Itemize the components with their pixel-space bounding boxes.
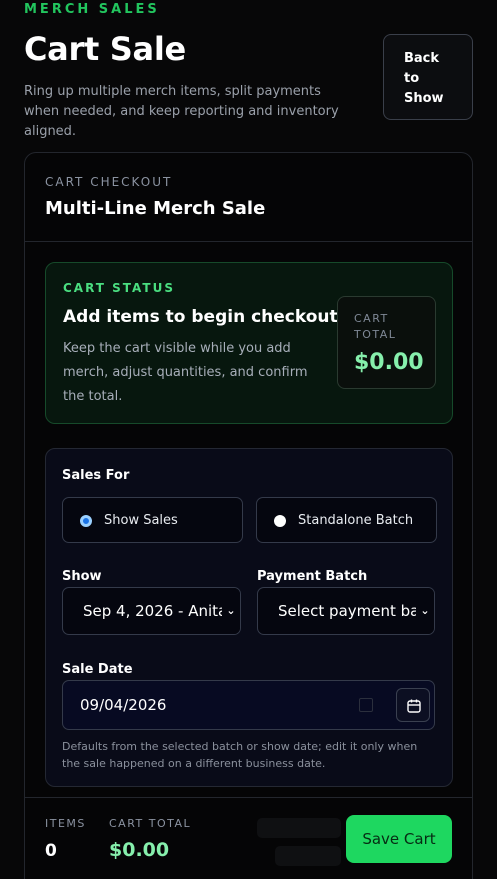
sale-date-value: 09/04/2026 <box>80 696 167 714</box>
sale-date-help: Defaults from the selected batch or show… <box>62 740 418 770</box>
faded-placeholder <box>275 846 341 866</box>
sale-details-form: Sales For Show Sales Standalone Batch Sh… <box>45 448 453 787</box>
back-button-line: Show <box>404 91 444 106</box>
page-title: Cart Sale <box>24 30 186 68</box>
cart-total-amount: $0.00 <box>354 350 424 375</box>
status-description: Keep the cart visible while you add merc… <box>63 341 308 404</box>
card-header: CART CHECKOUT Multi-Line Merch Sale <box>25 153 472 242</box>
sale-date-input[interactable]: 09/04/2026 <box>62 680 435 730</box>
back-to-show-button[interactable]: Back to Show <box>383 34 473 120</box>
cart-checkout-card: CART CHECKOUT Multi-Line Merch Sale CART… <box>24 152 473 879</box>
show-label: Show <box>62 569 102 584</box>
radio-show-sales[interactable]: Show Sales <box>62 497 243 543</box>
cart-status-panel: CART STATUS Add items to begin checkout.… <box>45 262 453 424</box>
show-select-value: Sep 4, 2026 - Anita I <box>83 602 237 620</box>
sale-date-label: Sale Date <box>62 662 133 677</box>
radio-standalone-batch[interactable]: Standalone Batch <box>256 497 437 543</box>
section-eyebrow: MERCH SALES <box>24 2 160 17</box>
radio-label: Show Sales <box>104 513 178 528</box>
radio-selected-icon <box>80 515 92 527</box>
items-label: ITEMS <box>45 817 86 830</box>
calendar-picker-button[interactable] <box>396 688 430 722</box>
radio-unselected-icon <box>274 515 286 527</box>
chevron-down-icon: ⌄ <box>222 588 240 634</box>
sales-for-label: Sales For <box>62 468 130 483</box>
payment-batch-select[interactable]: Select payment batc ⌄ <box>257 587 435 635</box>
payment-batch-label: Payment Batch <box>257 569 368 584</box>
footer-total-amount: $0.00 <box>109 839 170 861</box>
status-title: Add items to begin checkout. <box>63 307 345 327</box>
cart-footer: ITEMS 0 CART TOTAL $0.00 Save Cart <box>25 797 472 879</box>
faded-placeholder <box>257 818 341 838</box>
items-count: 0 <box>45 841 57 861</box>
card-title: Multi-Line Merch Sale <box>45 198 266 219</box>
radio-label: Standalone Batch <box>298 513 414 528</box>
chevron-down-icon: ⌄ <box>416 588 434 634</box>
status-kicker: CART STATUS <box>63 281 175 295</box>
footer-total-label: CART TOTAL <box>109 817 192 830</box>
payment-batch-value: Select payment batc <box>278 602 434 620</box>
calendar-icon <box>407 699 421 713</box>
back-button-line: to <box>404 71 420 86</box>
show-select[interactable]: Sep 4, 2026 - Anita I ⌄ <box>62 587 241 635</box>
page-description: Ring up multiple merch items, split paym… <box>24 84 339 139</box>
save-cart-button[interactable]: Save Cart <box>346 815 452 863</box>
card-kicker: CART CHECKOUT <box>45 175 173 189</box>
cart-total-box: CART TOTAL $0.00 <box>337 296 436 389</box>
cart-total-label: CART TOTAL <box>354 312 397 341</box>
native-calendar-icon <box>359 698 373 712</box>
back-button-line: Back <box>404 51 440 66</box>
